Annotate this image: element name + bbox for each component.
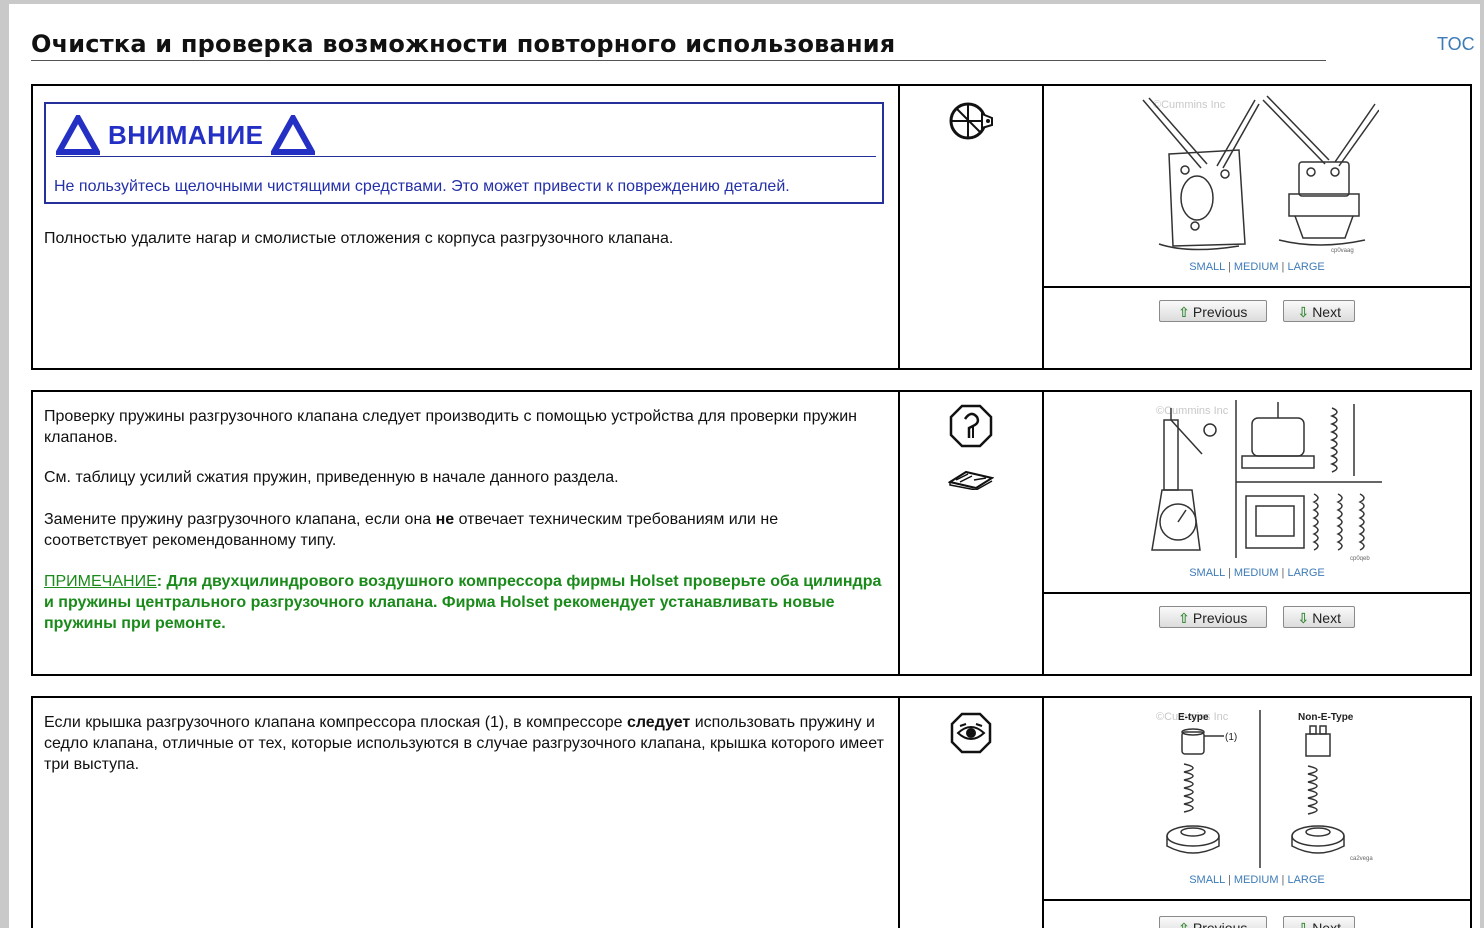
- step-text-cell: ВНИМАНИЕ Не пользуйтесь щелочными чистящ…: [33, 86, 900, 368]
- size-separator: |: [1227, 567, 1231, 579]
- text-run: Если крышка разгрузочного клапана компре…: [44, 714, 627, 731]
- image-size-links: SMALL | MEDIUM | LARGE: [1044, 261, 1470, 273]
- step-paragraph-2: См. таблицу усилий сжатия пружин, привед…: [44, 469, 619, 486]
- arrow-up-icon: ⇧: [1178, 920, 1190, 928]
- step-paragraph-3: Замените пружину разгрузочного клапана, …: [44, 509, 884, 551]
- image-size-medium-link[interactable]: MEDIUM: [1234, 874, 1279, 886]
- inspect-eye-icon: [950, 712, 992, 754]
- step-row-2: Проверку пружины разгрузочного клапана с…: [31, 390, 1472, 676]
- image-panel: ©Cummins Inc: [1044, 392, 1470, 594]
- step-text-cell: Если крышка разгрузочного клапана компре…: [33, 698, 900, 928]
- image-nav: ⇧ Previous ⇩ Next: [1044, 606, 1470, 628]
- image-size-links: SMALL | MEDIUM | LARGE: [1044, 567, 1470, 579]
- previous-label: Previous: [1192, 610, 1248, 626]
- size-separator: |: [1227, 874, 1231, 886]
- arrow-up-icon: ⇧: [1178, 304, 1190, 320]
- next-label: Next: [1312, 304, 1341, 320]
- step-image-cell: ©Cummins Inc E-type Non-E-Type (1) ca2ve…: [1044, 698, 1470, 928]
- emphasis-text: не: [435, 511, 455, 528]
- warning-triangle-icon: [271, 115, 316, 155]
- caution-header: ВНИМАНИЕ: [56, 114, 316, 156]
- step-paragraph-1: Проверку пружины разгрузочного клапана с…: [44, 408, 857, 446]
- step-instruction: Полностью удалите нагар и смолистые отло…: [44, 230, 674, 247]
- non-e-type-label: Non-E-Type: [1298, 712, 1354, 723]
- unloader-valve-types-illustration[interactable]: ©Cummins Inc E-type Non-E-Type (1) ca2ve…: [1148, 706, 1384, 870]
- image-size-small-link[interactable]: SMALL: [1189, 567, 1225, 579]
- step-text-cell: Проверку пружины разгрузочного клапана с…: [33, 392, 900, 674]
- image-panel: ©Cummins Inc E-type Non-E-Type (1) ca2ve…: [1044, 698, 1470, 901]
- spring-tester-illustration[interactable]: ©Cummins Inc cp0qeb: [1142, 400, 1382, 562]
- next-label: Next: [1312, 610, 1341, 626]
- text-run: Замените пружину разгрузочного клапана, …: [44, 511, 436, 528]
- image-code: cp0qeb: [1350, 556, 1370, 562]
- note-paragraph: ПРИМЕЧАНИЕ: Для двухцилиндрового воздушн…: [44, 571, 884, 634]
- step-image-cell: ©Cummins Inc: [1044, 86, 1470, 368]
- arrow-down-icon: ⇩: [1297, 920, 1310, 928]
- size-separator: |: [1281, 261, 1285, 273]
- image-watermark: ©Cummins Inc: [1153, 99, 1226, 111]
- note-label[interactable]: ПРИМЕЧАНИЕ: [44, 573, 157, 590]
- caution-text: Не пользуйтесь щелочными чистящими средс…: [54, 178, 790, 195]
- previous-label: Previous: [1192, 920, 1248, 928]
- image-watermark: ©Cummins Inc: [1156, 405, 1229, 417]
- step-icon-cell: [900, 86, 1044, 368]
- next-button[interactable]: ⇩ Next: [1283, 916, 1356, 928]
- image-size-medium-link[interactable]: MEDIUM: [1234, 261, 1279, 273]
- valve-body-cleaning-illustration[interactable]: ©Cummins Inc cp0vaag: [1139, 94, 1379, 256]
- image-size-medium-link[interactable]: MEDIUM: [1234, 567, 1279, 579]
- previous-button[interactable]: ⇧ Previous: [1158, 300, 1267, 322]
- step-image-cell: ©Cummins Inc: [1044, 392, 1470, 674]
- size-separator: |: [1281, 874, 1285, 886]
- spring-gauge-icon: [949, 404, 993, 448]
- page-title: Очистка и проверка возможности повторног…: [31, 30, 896, 58]
- image-size-large-link[interactable]: LARGE: [1287, 874, 1324, 886]
- step-icon-cell: [900, 698, 1044, 928]
- callout-label: (1): [1225, 732, 1237, 743]
- image-nav: ⇧ Previous ⇩ Next: [1044, 916, 1470, 928]
- cleaning-brush-icon: [949, 102, 993, 140]
- next-label: Next: [1312, 920, 1341, 928]
- toc-link[interactable]: TOC: [1437, 34, 1475, 55]
- title-divider: [31, 60, 1326, 61]
- image-nav: ⇧ Previous ⇩ Next: [1044, 300, 1470, 322]
- caution-divider: [56, 156, 876, 157]
- image-code: cp0vaag: [1331, 248, 1354, 254]
- previous-button[interactable]: ⇧ Previous: [1158, 916, 1267, 928]
- step-paragraph-1: Если крышка разгрузочного клапана компре…: [44, 712, 884, 775]
- image-code: ca2vega: [1350, 856, 1373, 862]
- e-type-label: E-type: [1178, 712, 1209, 723]
- image-size-links: SMALL | MEDIUM | LARGE: [1044, 874, 1470, 886]
- arrow-up-icon: ⇧: [1178, 610, 1190, 626]
- previous-label: Previous: [1192, 304, 1248, 320]
- warning-triangle-icon: [56, 115, 100, 155]
- page: Очистка и проверка возможности повторног…: [9, 4, 1480, 928]
- size-separator: |: [1281, 567, 1285, 579]
- step-icon-cell: [900, 392, 1044, 674]
- next-button[interactable]: ⇩ Next: [1283, 606, 1356, 628]
- size-separator: |: [1227, 261, 1231, 273]
- image-size-small-link[interactable]: SMALL: [1189, 874, 1225, 886]
- image-size-large-link[interactable]: LARGE: [1287, 261, 1324, 273]
- arrow-down-icon: ⇩: [1297, 304, 1310, 320]
- next-button[interactable]: ⇩ Next: [1283, 300, 1356, 322]
- previous-button[interactable]: ⇧ Previous: [1158, 606, 1267, 628]
- caution-box: ВНИМАНИЕ Не пользуйтесь щелочными чистящ…: [44, 102, 884, 204]
- emphasis-text: следует: [626, 714, 691, 731]
- caution-title: ВНИМАНИЕ: [108, 119, 264, 150]
- image-size-large-link[interactable]: LARGE: [1287, 567, 1324, 579]
- step-row-1: ВНИМАНИЕ Не пользуйтесь щелочными чистящ…: [31, 84, 1472, 370]
- image-panel: ©Cummins Inc: [1044, 86, 1470, 288]
- step-row-3: Если крышка разгрузочного клапана компре…: [31, 696, 1472, 928]
- arrow-down-icon: ⇩: [1297, 610, 1310, 626]
- note-text: : Для двухцилиндрового воздушного компре…: [44, 573, 882, 632]
- specifications-book-icon: [948, 470, 994, 490]
- image-size-small-link[interactable]: SMALL: [1189, 261, 1225, 273]
